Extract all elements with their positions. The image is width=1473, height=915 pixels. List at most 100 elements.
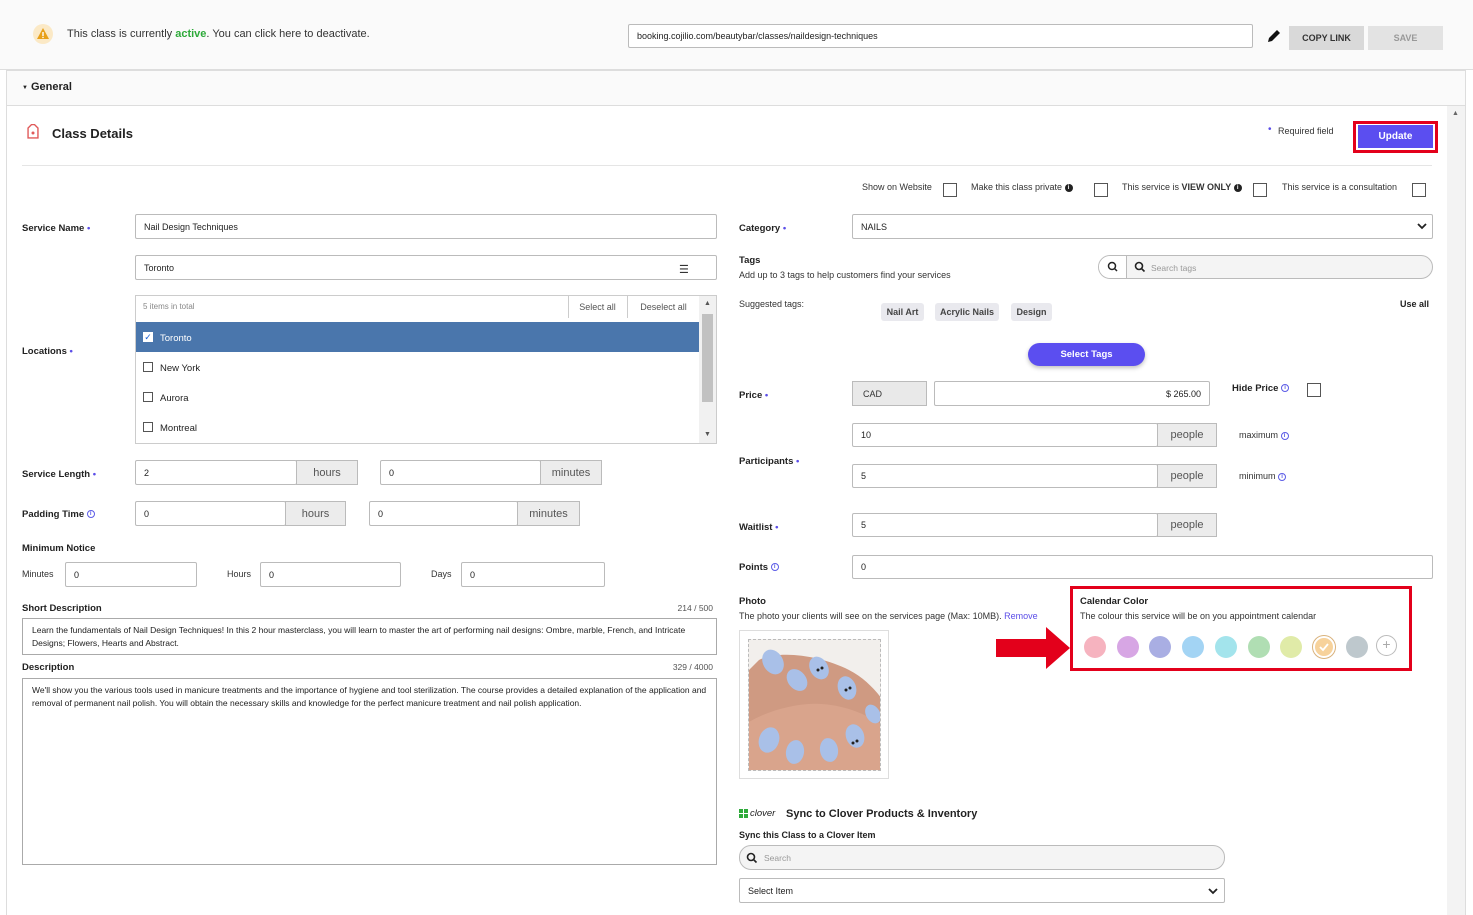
color-swatch[interactable] <box>1116 636 1139 658</box>
tags-label: Tags <box>739 255 761 266</box>
chevron-down-icon[interactable] <box>1207 885 1219 897</box>
chevron-down-icon[interactable] <box>1416 220 1428 232</box>
view-only-bold: VIEW ONLY <box>1181 182 1232 192</box>
mn-hours-input[interactable]: 0 <box>260 562 401 587</box>
booking-link-field[interactable]: booking.cojilio.com/beautybar/classes/na… <box>628 24 1253 48</box>
select-all-button[interactable]: Select all <box>568 296 626 318</box>
max-participants-input[interactable]: 10 <box>852 423 1158 447</box>
price-input[interactable]: $ 265.00 <box>934 381 1210 406</box>
participants-label: Participants • <box>739 456 799 467</box>
hide-price-checkbox[interactable] <box>1307 383 1321 397</box>
category-select[interactable]: NAILS <box>852 214 1433 239</box>
calendar-color-subtitle: The colour this service will be on you a… <box>1080 611 1317 621</box>
list-item[interactable] <box>136 413 699 443</box>
tag-search-box[interactable] <box>1098 255 1433 279</box>
padding-minutes-input[interactable]: 0 <box>369 501 518 526</box>
list-item[interactable] <box>136 353 699 383</box>
scroll-up-icon[interactable]: ▲ <box>704 300 711 307</box>
mn-minutes-input[interactable]: 0 <box>65 562 197 587</box>
clover-title: Sync to Clover Products & Inventory <box>786 808 978 820</box>
scrollbar[interactable] <box>1447 106 1465 915</box>
copy-link-button[interactable]: COPY LINK <box>1289 26 1364 50</box>
update-button[interactable]: Update <box>1358 125 1433 148</box>
info-icon: i <box>1281 384 1290 393</box>
make-private-checkbox[interactable] <box>1094 183 1108 197</box>
waitlist-input[interactable]: 5 <box>852 513 1158 537</box>
status-pre: This class is currently <box>67 28 176 40</box>
list-item-label: Montreal <box>160 423 197 434</box>
deselect-all-button[interactable]: Deselect all <box>627 296 699 318</box>
list-scrollbar-thumb[interactable] <box>702 314 713 402</box>
warning-icon <box>33 24 53 44</box>
save-button[interactable]: SAVE <box>1368 26 1443 50</box>
calendar-color-label: Calendar Color <box>1080 596 1149 607</box>
mn-hours-label: Hours <box>227 569 252 579</box>
suggested-tag[interactable]: Nail Art <box>881 303 924 321</box>
list-icon[interactable]: ☰ <box>679 263 689 276</box>
clover-item-select[interactable]: Select Item <box>739 878 1225 903</box>
points-input[interactable]: 0 <box>852 555 1433 579</box>
mn-minutes-label: Minutes <box>22 569 54 579</box>
mn-days-input[interactable]: 0 <box>461 562 605 587</box>
list-item[interactable] <box>136 322 699 352</box>
hours-addon: hours <box>296 460 358 485</box>
people-addon: people <box>1157 513 1217 537</box>
required-dot: • <box>86 223 91 234</box>
general-section-header[interactable] <box>6 70 1466 106</box>
required-dot: • <box>764 390 769 401</box>
color-swatch[interactable] <box>1312 636 1335 658</box>
min-participants-input[interactable]: 5 <box>852 464 1158 488</box>
scroll-down-icon[interactable]: ▼ <box>704 431 711 438</box>
info-icon: i <box>1233 183 1242 192</box>
select-tags-button[interactable]: Select Tags <box>1028 343 1145 366</box>
padding-hours-input[interactable]: 0 <box>135 501 286 526</box>
price-text: Price <box>739 390 763 401</box>
suggested-tag[interactable]: Acrylic Nails <box>935 303 999 321</box>
length-hours-input[interactable]: 2 <box>135 460 297 485</box>
short-description-textarea[interactable]: Learn the fundamentals of Nail Design Te… <box>22 618 717 655</box>
required-dot: • <box>1268 124 1272 135</box>
description-textarea[interactable]: We'll show you the various tools used in… <box>22 678 717 865</box>
color-swatch[interactable] <box>1214 636 1237 658</box>
list-item[interactable] <box>136 383 699 413</box>
tag-icon <box>24 123 42 142</box>
service-name-input[interactable]: Nail Design Techniques <box>135 214 717 239</box>
unchecked-checkbox[interactable] <box>143 422 153 432</box>
suggested-tag[interactable]: Design <box>1011 303 1052 321</box>
color-swatch[interactable] <box>1182 636 1205 658</box>
locations-label: Locations • <box>22 346 73 357</box>
price-label: Price • <box>739 390 768 401</box>
color-swatch[interactable] <box>1247 636 1270 658</box>
color-swatch[interactable] <box>1345 636 1368 658</box>
photo-subtitle: The photo your clients will see on the s… <box>739 611 1038 621</box>
unchecked-checkbox[interactable] <box>143 392 153 402</box>
required-dot: • <box>92 469 97 480</box>
status-message[interactable]: This class is currently active. You can … <box>67 28 370 40</box>
checked-checkbox[interactable]: ✓ <box>143 332 153 342</box>
show-on-website-checkbox[interactable] <box>943 183 957 197</box>
remove-photo-link[interactable]: Remove <box>1004 611 1038 621</box>
length-minutes-input[interactable]: 0 <box>380 460 541 485</box>
consultation-checkbox[interactable] <box>1412 183 1426 197</box>
list-item-label: New York <box>160 363 201 374</box>
use-all-link[interactable]: Use all <box>1400 299 1429 309</box>
scroll-up-icon[interactable]: ▲ <box>1452 110 1459 117</box>
people-addon: people <box>1157 423 1217 447</box>
maximum-text: maximum <box>1239 430 1279 440</box>
add-color-icon[interactable]: + <box>1376 635 1397 656</box>
clover-search-input[interactable] <box>739 845 1225 870</box>
view-only-checkbox[interactable] <box>1253 183 1267 197</box>
unchecked-checkbox[interactable] <box>143 362 153 372</box>
category-label: Category • <box>739 223 786 234</box>
photo-label: Photo <box>739 596 766 607</box>
padding-text: Padding Time <box>22 509 85 520</box>
location-select[interactable]: Toronto <box>135 255 717 280</box>
info-icon: i <box>86 510 95 519</box>
pencil-icon[interactable] <box>1266 28 1282 44</box>
search-icon[interactable] <box>1099 256 1127 278</box>
participants-text: Participants <box>739 456 794 467</box>
color-swatch[interactable] <box>1084 636 1106 658</box>
points-text: Points <box>739 562 769 573</box>
location-select-value: Toronto <box>144 262 175 273</box>
minutes-addon: minutes <box>517 501 580 526</box>
